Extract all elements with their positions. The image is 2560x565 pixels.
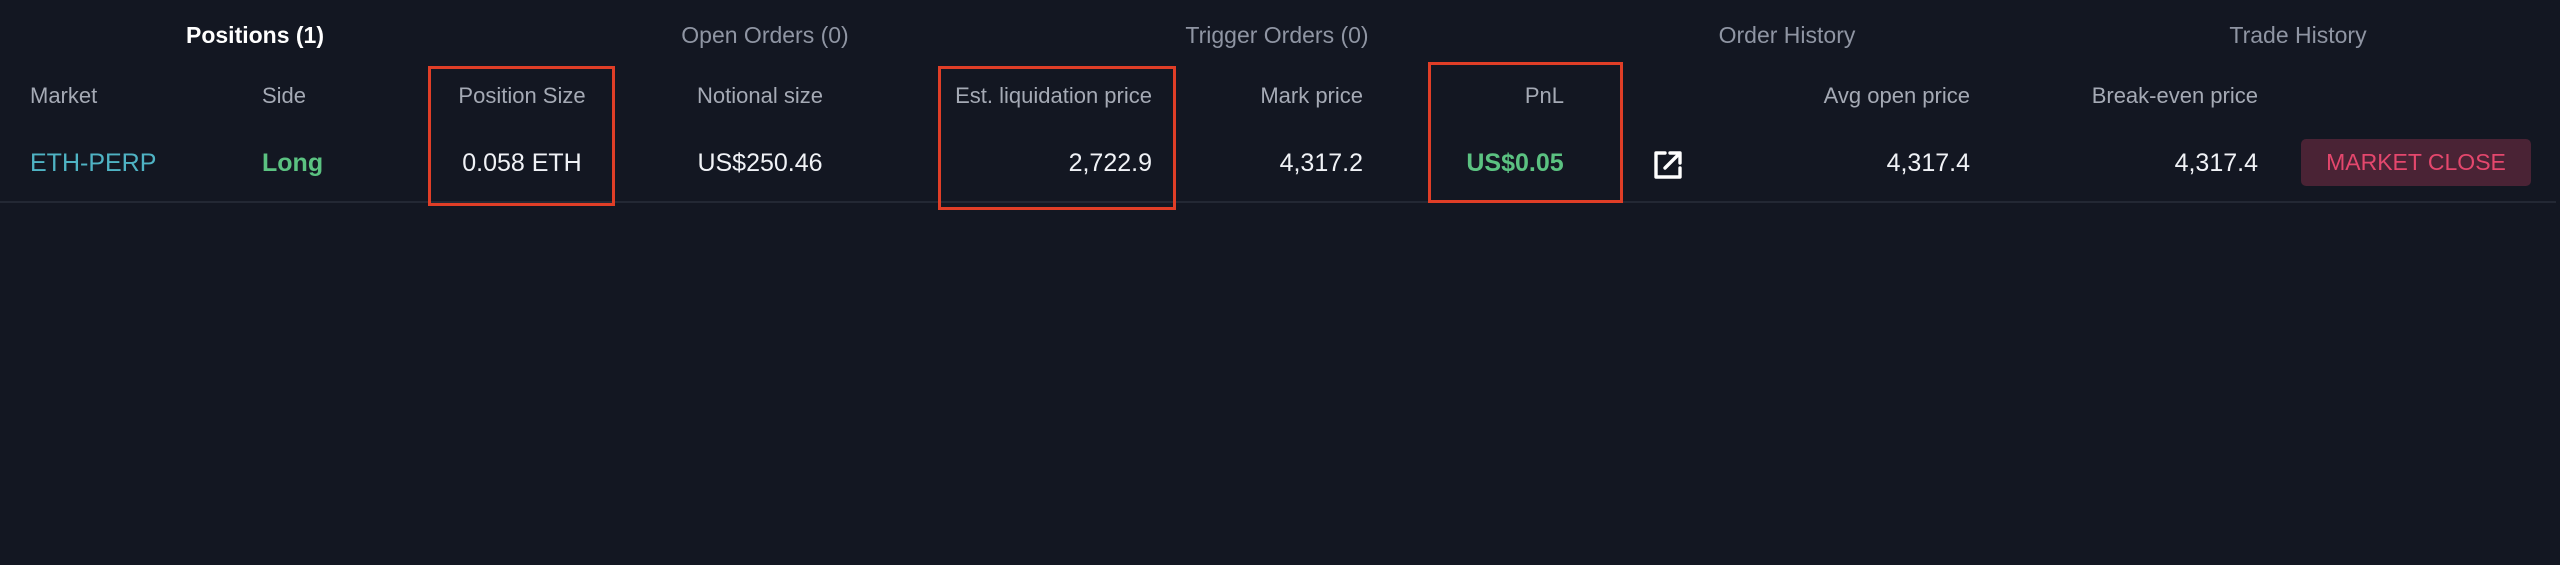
cell-mark-price: 4,317.2	[1279, 149, 1363, 177]
header-pnl: PnL	[1524, 83, 1564, 108]
header-est-liquidation-price: Est. liquidation price	[955, 83, 1152, 108]
tab-trade-history[interactable]: Trade History	[2229, 0, 2366, 70]
cell-est-liquidation-price: 2,722.9	[1068, 149, 1152, 177]
positions-tab-bar: Positions (1) Open Orders (0) Trigger Or…	[0, 0, 2560, 70]
header-position-size: Position Size	[458, 83, 586, 108]
header-side: Side	[262, 83, 307, 108]
header-break-even-price: Break-even price	[2091, 83, 2258, 108]
header-avg-open-price: Avg open price	[1823, 83, 1970, 108]
market-close-button[interactable]: MARKET CLOSE	[2301, 139, 2531, 186]
cell-market[interactable]: ETH-PERP	[30, 142, 210, 184]
tab-trigger-orders[interactable]: Trigger Orders (0)	[1185, 0, 1368, 70]
external-link-icon-graphic	[1654, 151, 1682, 179]
row-divider	[0, 201, 2556, 203]
external-link-icon[interactable]	[1648, 145, 1688, 185]
cell-side: Long	[262, 149, 324, 177]
tab-order-history[interactable]: Order History	[1719, 0, 1856, 70]
header-mark-price: Mark price	[1260, 83, 1363, 108]
tab-open-orders[interactable]: Open Orders (0)	[681, 0, 848, 70]
header-notional-size: Notional size	[697, 83, 823, 108]
cell-avg-open-price: 4,317.4	[1886, 149, 1970, 177]
cell-position-size: 0.058 ETH	[462, 149, 582, 177]
cell-notional-size: US$250.46	[697, 149, 823, 177]
cell-pnl: US$0.05	[1466, 149, 1564, 177]
cell-break-even-price: 4,317.4	[2174, 149, 2258, 177]
tab-positions[interactable]: Positions (1)	[186, 0, 324, 70]
header-market: Market	[30, 83, 98, 108]
